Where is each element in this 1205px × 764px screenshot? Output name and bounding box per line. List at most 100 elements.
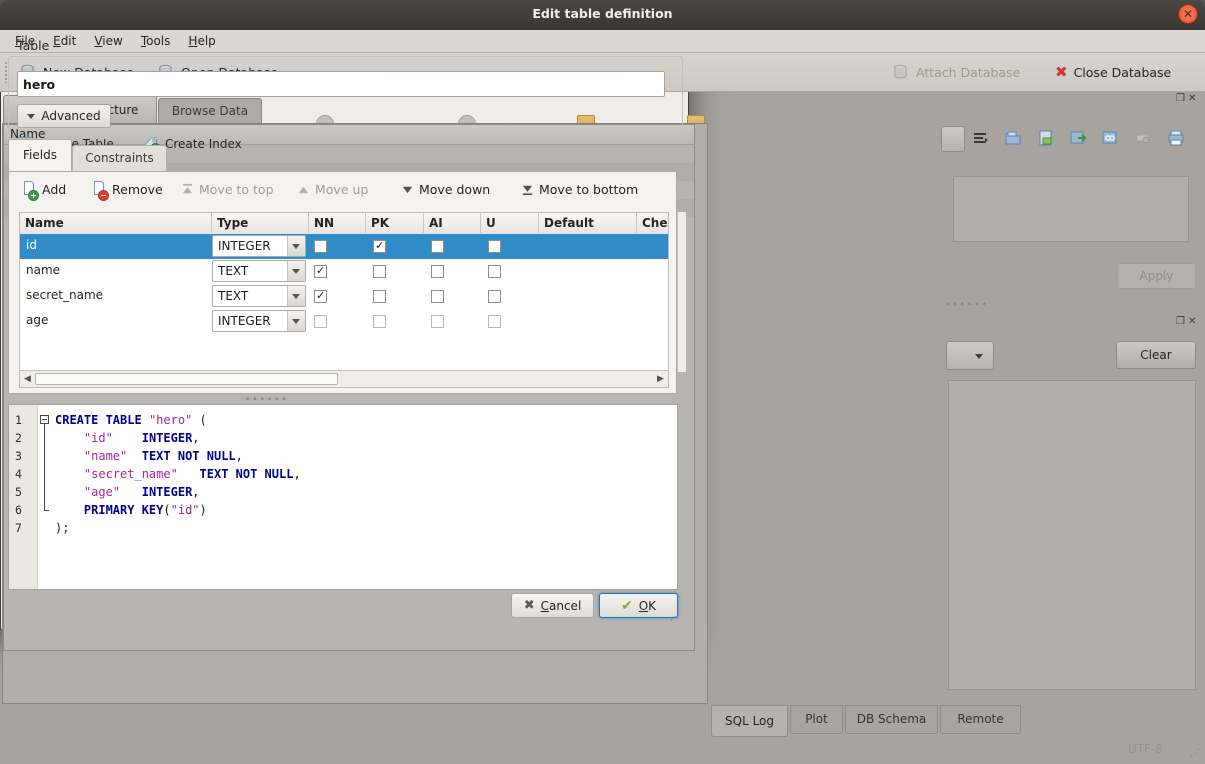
field-type-combobox[interactable]: INTEGER bbox=[212, 310, 306, 332]
ai-checkbox[interactable] bbox=[431, 315, 444, 328]
field-type-combobox[interactable]: INTEGER bbox=[212, 235, 306, 257]
field-name-cell[interactable]: age bbox=[26, 313, 48, 327]
chevron-down-icon bbox=[287, 286, 305, 306]
field-row-secret_name[interactable]: secret_name TEXT bbox=[20, 284, 669, 309]
tab-remote[interactable]: Remote bbox=[940, 705, 1021, 734]
log-filter-combobox[interactable] bbox=[946, 341, 994, 370]
cancel-button[interactable]: ✖ Cancel bbox=[511, 593, 594, 618]
nn-checkbox[interactable] bbox=[314, 315, 327, 328]
field-type-combobox[interactable]: TEXT bbox=[212, 285, 306, 307]
plus-badge-icon: + bbox=[28, 190, 39, 201]
sql-preview-editor[interactable]: 1234567 CREATE TABLE "hero" ( "id" INTEG… bbox=[8, 404, 678, 590]
horizontal-scrollbar[interactable]: ◀ ▶ bbox=[20, 370, 668, 387]
code-fold-gutter[interactable] bbox=[38, 405, 53, 589]
dock-float-close-icons[interactable]: ❐✕ bbox=[1176, 316, 1202, 328]
tab-sql-log-label: SQL Log bbox=[725, 714, 774, 728]
remove-field-button[interactable]: − Remove bbox=[91, 177, 163, 201]
tab-sql-log[interactable]: SQL Log bbox=[711, 705, 788, 737]
column-header-type[interactable]: Type bbox=[211, 213, 308, 233]
ai-checkbox[interactable] bbox=[431, 265, 444, 278]
column-header-check[interactable]: Check bbox=[636, 213, 669, 233]
pk-checkbox[interactable] bbox=[373, 240, 386, 253]
set-as-null-icon[interactable] bbox=[1069, 129, 1087, 147]
table-section-label: Table bbox=[17, 38, 49, 53]
export-cell-icon[interactable] bbox=[1037, 129, 1055, 147]
scroll-left-icon[interactable]: ◀ bbox=[21, 373, 34, 385]
move-down-button[interactable]: Move down bbox=[401, 177, 490, 201]
close-database-button[interactable]: ✖ Close Database bbox=[1055, 59, 1171, 85]
apply-button: Apply bbox=[1117, 263, 1196, 289]
field-row-name[interactable]: name TEXT bbox=[20, 259, 669, 284]
dock-splitter-handle[interactable]: •••••• bbox=[945, 300, 989, 310]
attach-database-icon bbox=[893, 64, 910, 81]
clear-log-button[interactable]: Clear bbox=[1116, 341, 1196, 369]
scroll-right-icon[interactable]: ▶ bbox=[654, 373, 667, 385]
add-field-button[interactable]: + Add bbox=[21, 177, 66, 201]
menu-edit[interactable]: Edit bbox=[44, 32, 85, 50]
nn-checkbox[interactable] bbox=[314, 290, 327, 303]
column-header-pk[interactable]: PK bbox=[365, 213, 423, 233]
sql-code-line: ); bbox=[55, 519, 677, 537]
dialog-titlebar[interactable]: Edit table definition ✕ bbox=[0, 0, 1205, 28]
tab-constraints-label: Constraints bbox=[85, 151, 153, 165]
pk-checkbox[interactable] bbox=[373, 265, 386, 278]
ai-checkbox[interactable] bbox=[431, 240, 444, 253]
field-row-age[interactable]: age INTEGER bbox=[20, 309, 669, 334]
column-header-u[interactable]: U bbox=[480, 213, 538, 233]
column-header-ai[interactable]: AI bbox=[423, 213, 480, 233]
fold-marker-start[interactable] bbox=[38, 411, 53, 429]
nn-checkbox[interactable] bbox=[314, 240, 327, 253]
clear-label: Clear bbox=[1140, 348, 1171, 362]
chevron-down-icon bbox=[287, 261, 305, 281]
fields-grid-body: id INTEGER name TEXT secret_name TEXT age INTEG… bbox=[20, 234, 669, 352]
word-wrap-icon[interactable] bbox=[972, 129, 990, 147]
menu-tools[interactable]: Tools bbox=[132, 32, 180, 50]
advanced-toggle-button[interactable]: Advanced bbox=[17, 104, 111, 128]
tab-fields[interactable]: Fields bbox=[8, 139, 72, 172]
tab-plot[interactable]: Plot bbox=[790, 705, 843, 734]
column-header-nn[interactable]: NN bbox=[308, 213, 365, 233]
tab-fields-label: Fields bbox=[23, 148, 57, 162]
scrollbar-thumb[interactable] bbox=[35, 373, 338, 385]
vertical-scrollbar[interactable] bbox=[677, 212, 686, 372]
table-name-input[interactable] bbox=[17, 71, 665, 97]
dialog-resize-grip[interactable]: ⋰ bbox=[670, 612, 680, 623]
field-name-cell[interactable]: secret_name bbox=[26, 288, 103, 302]
null-toggle-icon bbox=[1135, 129, 1153, 147]
cell-editor-mode-combobox[interactable] bbox=[941, 126, 965, 152]
print-icon[interactable] bbox=[1167, 129, 1185, 147]
tab-constraints[interactable]: Constraints bbox=[72, 145, 167, 172]
field-name-cell[interactable]: id bbox=[26, 238, 37, 252]
u-checkbox[interactable] bbox=[488, 315, 501, 328]
tab-db-schema[interactable]: DB Schema bbox=[845, 705, 938, 734]
menu-help[interactable]: Help bbox=[179, 32, 224, 50]
u-checkbox[interactable] bbox=[488, 265, 501, 278]
field-name-cell[interactable]: name bbox=[26, 263, 60, 277]
u-checkbox[interactable] bbox=[488, 290, 501, 303]
ok-button[interactable]: ✔ OK bbox=[599, 593, 678, 618]
pk-checkbox[interactable] bbox=[373, 315, 386, 328]
move-up-button: Move up bbox=[297, 177, 368, 201]
window-resize-grip[interactable]: ⋰ bbox=[1190, 748, 1200, 759]
column-header-name[interactable]: Name bbox=[20, 213, 211, 233]
field-type-combobox[interactable]: TEXT bbox=[212, 260, 306, 282]
import-cell-icon[interactable] bbox=[1004, 129, 1022, 147]
chevron-down-icon bbox=[287, 236, 305, 256]
tab-db-schema-label: DB Schema bbox=[857, 712, 927, 726]
dialog-close-button[interactable]: ✕ bbox=[1178, 4, 1198, 24]
menu-view[interactable]: View bbox=[85, 32, 131, 50]
field-type-value: INTEGER bbox=[218, 314, 271, 328]
nn-checkbox[interactable] bbox=[314, 265, 327, 278]
open-in-external-icon[interactable] bbox=[1101, 129, 1119, 147]
collapse-icon[interactable] bbox=[40, 415, 49, 424]
ai-checkbox[interactable] bbox=[431, 290, 444, 303]
move-to-bottom-button[interactable]: Move to bottom bbox=[521, 177, 638, 201]
field-row-id[interactable]: id INTEGER bbox=[20, 234, 669, 259]
advanced-label: Advanced bbox=[41, 109, 100, 123]
pk-checkbox[interactable] bbox=[373, 290, 386, 303]
column-header-default[interactable]: Default bbox=[538, 213, 636, 233]
sql-log-area[interactable] bbox=[948, 380, 1196, 690]
u-checkbox[interactable] bbox=[488, 240, 501, 253]
dock-float-close-icons[interactable]: ❐✕ bbox=[1176, 93, 1202, 105]
cell-editor-area[interactable] bbox=[953, 176, 1189, 242]
